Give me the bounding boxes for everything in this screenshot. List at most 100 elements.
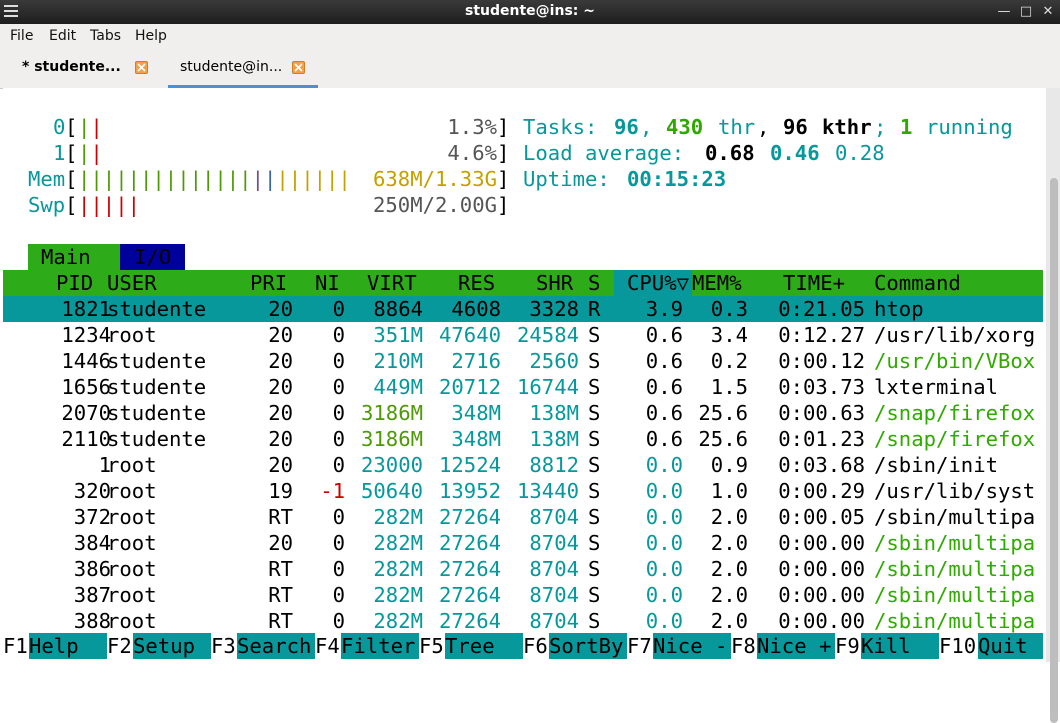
cell-s: R bbox=[588, 297, 601, 321]
cell-pri: 20 bbox=[268, 453, 293, 477]
fkey-f10-label[interactable]: Quit bbox=[978, 633, 1043, 659]
maximize-icon[interactable]: □ bbox=[1018, 4, 1034, 20]
menu-help[interactable]: Help bbox=[135, 28, 167, 44]
fkey-f9-label[interactable]: Kill bbox=[861, 633, 939, 659]
menu-file[interactable]: File bbox=[10, 28, 33, 44]
cell-cpu: 0.6 bbox=[645, 375, 683, 399]
menu-tabs[interactable]: Tabs bbox=[90, 28, 121, 44]
process-row[interactable]: 2070 studente 20 0 3186M 348M 138M S 0.6 25.6 0:00… bbox=[3, 400, 1043, 426]
fkey-f7[interactable]: F7 bbox=[627, 633, 652, 659]
cell-virt: 282M bbox=[373, 505, 423, 529]
cell-pri: RT bbox=[268, 557, 293, 581]
process-row[interactable]: 386 root RT 0 282M 27264 8704 S 0.0 2.0 0:00.00/sb… bbox=[3, 556, 1043, 582]
cell-time: 0:00.29 bbox=[778, 479, 865, 503]
cell-user: root bbox=[107, 479, 157, 503]
col-pri[interactable]: PRI bbox=[250, 270, 287, 296]
fkey-f6-label[interactable]: SortBy bbox=[549, 633, 627, 659]
process-row[interactable]: 1656 studente 20 0 449M 20712 16744 S 0.6 1.5 0:03… bbox=[3, 374, 1043, 400]
tab-2-label: studente@in... bbox=[180, 59, 283, 75]
cell-time: 0:03.73 bbox=[778, 375, 865, 399]
cell-cpu: 0.0 bbox=[645, 531, 683, 555]
fkey-f7-label[interactable]: Nice - bbox=[653, 633, 731, 659]
col-virt[interactable]: VIRT bbox=[367, 270, 417, 296]
cell-shr: 24584 bbox=[517, 323, 579, 347]
cell-s: S bbox=[588, 427, 601, 451]
cell-cpu: 3.9 bbox=[645, 297, 683, 321]
cell-shr: 16744 bbox=[517, 375, 579, 399]
cell-ni: 0 bbox=[332, 375, 345, 399]
col-cpu[interactable]: CPU%▽ bbox=[627, 270, 689, 296]
cell-shr: 138M bbox=[529, 427, 579, 451]
tab-2[interactable]: studente@in... bbox=[168, 48, 318, 88]
process-row[interactable]: 387 root RT 0 282M 27264 8704 S 0.0 2.0 0:00.00/sb… bbox=[3, 582, 1043, 608]
scrollbar[interactable] bbox=[1046, 88, 1060, 723]
process-row[interactable]: 1 root 20 0 23000 12524 8812 S 0.0 0.9 0:03.68/sbi… bbox=[3, 452, 1043, 478]
tab-1[interactable]: * studente... bbox=[0, 48, 165, 88]
process-row[interactable]: 1234 root 20 0 351M 47640 24584 S 0.6 3.4 0:12.27 /… bbox=[3, 322, 1043, 348]
cell-s: S bbox=[588, 453, 601, 477]
cell-virt: 23000 bbox=[361, 453, 423, 477]
fkey-f5-label[interactable]: Tree bbox=[445, 633, 523, 659]
cell-s: S bbox=[588, 531, 601, 555]
process-row[interactable]: 388 root RT 0 282M 27264 8704 S 0.0 2.0 0:00.00/sb… bbox=[3, 608, 1043, 634]
cell-res: 27264 bbox=[439, 557, 501, 581]
menu-edit[interactable]: Edit bbox=[49, 28, 76, 44]
cell-shr: 8704 bbox=[529, 531, 579, 555]
cell-cmd: /usr/lib/syst bbox=[874, 479, 1036, 503]
cell-user: root bbox=[107, 453, 157, 477]
cell-cmd: htop bbox=[874, 297, 924, 321]
fkey-f5[interactable]: F5 bbox=[419, 633, 444, 659]
process-row[interactable]: 2110 studente 20 0 3186M 348M 138M S 0.6 25.6 0:01… bbox=[3, 426, 1043, 452]
col-time[interactable]: TIME+ bbox=[783, 270, 845, 296]
cell-mem: 2.0 bbox=[710, 505, 748, 529]
cell-virt: 282M bbox=[373, 583, 423, 607]
col-res[interactable]: RES bbox=[458, 270, 495, 296]
swp-value: 250M/2.00G bbox=[373, 193, 497, 217]
cell-cpu: 0.0 bbox=[645, 557, 683, 581]
col-s[interactable]: S bbox=[588, 270, 600, 296]
scrollbar-thumb[interactable] bbox=[1050, 178, 1058, 723]
col-mem[interactable]: MEM% bbox=[692, 270, 742, 296]
fkey-f6[interactable]: F6 bbox=[523, 633, 548, 659]
cell-cmd: /sbin/multipa bbox=[874, 505, 1036, 529]
col-ni[interactable]: NI bbox=[315, 270, 340, 296]
process-row[interactable]: 1446 studente 20 0 210M 2716 2560 S 0.6 0.2 0:00.1… bbox=[3, 348, 1043, 374]
fkey-f8[interactable]: F8 bbox=[731, 633, 756, 659]
cell-user: studente bbox=[107, 297, 207, 321]
fkey-f8-label[interactable]: Nice + bbox=[757, 633, 835, 659]
process-row-selected[interactable]: 1821 studente 20 0 8864 4608 3328 R 3.9 0.3 0:21.0… bbox=[3, 296, 1043, 322]
fkey-f3-label[interactable]: Search bbox=[237, 633, 315, 659]
col-user[interactable]: USER bbox=[107, 270, 157, 296]
cell-ni: -1 bbox=[320, 479, 345, 503]
close-icon[interactable]: ✕ bbox=[1040, 4, 1056, 20]
cell-res: 27264 bbox=[439, 609, 501, 633]
terminal-view[interactable]: 0 [ || 1.3% ] 1 [ || 4.6% ] Mem [ ||||||… bbox=[3, 88, 1057, 662]
fkey-f4[interactable]: F4 bbox=[315, 633, 340, 659]
cell-cmd: /sbin/multipa bbox=[874, 583, 1036, 607]
fkey-f2[interactable]: F2 bbox=[107, 633, 132, 659]
fkey-f10[interactable]: F10 bbox=[939, 633, 976, 659]
col-shr[interactable]: SHR bbox=[536, 270, 573, 296]
cell-pri: RT bbox=[268, 609, 293, 633]
fkey-f4-label[interactable]: Filter bbox=[341, 633, 419, 659]
cell-s: S bbox=[588, 557, 601, 581]
cell-cpu: 0.6 bbox=[645, 349, 683, 373]
process-row[interactable]: 372 root RT 0 282M 27264 8704 S 0.0 2.0 0:00.05/sb… bbox=[3, 504, 1043, 530]
fkey-f1[interactable]: F1 bbox=[3, 633, 28, 659]
process-row[interactable]: 384 root 20 0 282M 27264 8704 S 0.0 2.0 0:00.00/sb… bbox=[3, 530, 1043, 556]
process-row[interactable]: 320 root 19 -1 50640 13952 13440 S 0.0 1.0 0:00.29… bbox=[3, 478, 1043, 504]
cell-user: root bbox=[107, 609, 157, 633]
minimize-icon[interactable]: — bbox=[996, 4, 1012, 20]
col-pid[interactable]: PID bbox=[56, 270, 93, 296]
fkey-f1-label[interactable]: Help bbox=[29, 633, 107, 659]
cell-user: studente bbox=[107, 401, 207, 425]
fkey-f9[interactable]: F9 bbox=[835, 633, 860, 659]
cell-pri: 20 bbox=[268, 375, 293, 399]
tab-close-icon[interactable] bbox=[292, 61, 305, 74]
fkey-f3[interactable]: F3 bbox=[211, 633, 236, 659]
fkey-f2-label[interactable]: Setup bbox=[133, 633, 211, 659]
tab-close-icon[interactable] bbox=[135, 61, 148, 74]
cell-pid: 320 bbox=[73, 479, 111, 503]
window-title: studente@ins: ~ bbox=[465, 3, 595, 19]
col-command[interactable]: Command bbox=[874, 270, 961, 296]
